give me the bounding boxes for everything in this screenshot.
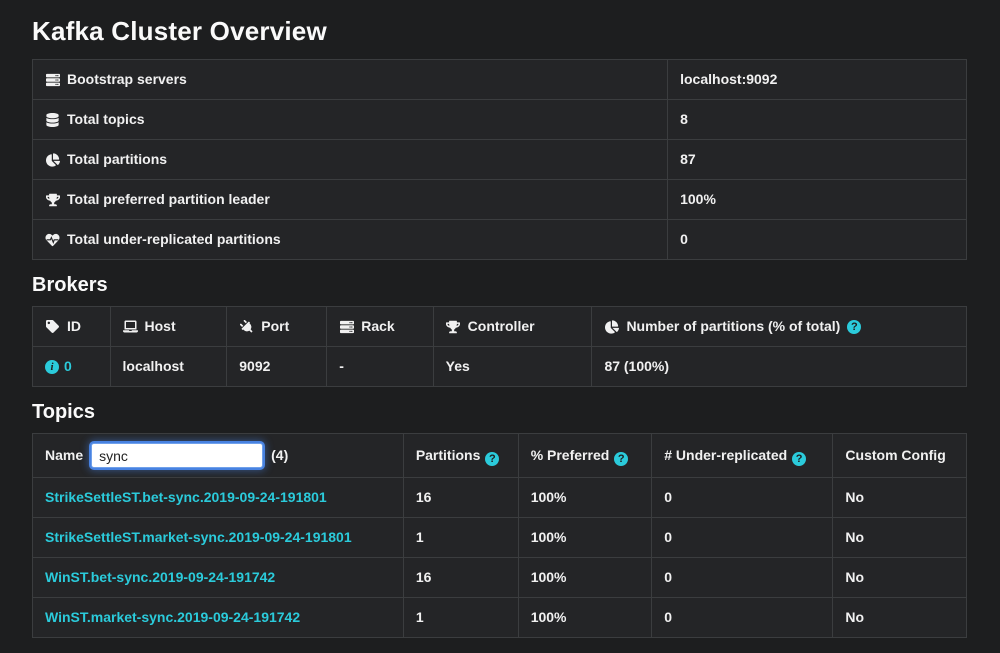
topic-link[interactable]: WinST.bet-sync.2019-09-24-191742 [45,569,275,585]
table-row: Total preferred partition leader 100% [33,180,967,220]
topic-custom-config-cell: No [833,518,967,558]
broker-controller-cell: Yes [433,347,592,387]
topic-under-replicated-cell: 0 [652,598,833,638]
table-header-row: ID Host Port Rack Controller Number of p… [33,307,967,347]
topic-name-cell: WinST.market-sync.2019-09-24-191742 [33,598,404,638]
topic-preferred-cell: 100% [518,558,652,598]
broker-host-cell: localhost [110,347,227,387]
topic-custom-config-cell: No [833,478,967,518]
pie-chart-icon [45,152,60,167]
broker-port-cell: 9092 [227,347,327,387]
topic-custom-config-cell: No [833,558,967,598]
name-filter-label: Name [45,446,83,465]
brokers-col-port: Port [227,307,327,347]
overview-label-cell: Total topics [33,100,668,140]
topics-table: Name (4) Partitions? % Preferred? # Unde… [32,433,967,638]
topic-under-replicated-cell: 0 [652,518,833,558]
brokers-table: ID Host Port Rack Controller Number of p… [32,306,967,387]
cluster-overview-table: Bootstrap servers localhost:9092 Total t… [32,59,967,260]
table-row: WinST.bet-sync.2019-09-24-191742 16 100%… [33,558,967,598]
help-icon[interactable]: ? [792,452,806,466]
brokers-col-rack: Rack [327,307,433,347]
overview-value-cell: 8 [668,100,967,140]
topic-name-cell: WinST.bet-sync.2019-09-24-191742 [33,558,404,598]
table-row: i0 localhost 9092 - Yes 87 (100%) [33,347,967,387]
overview-value-cell: localhost:9092 [668,60,967,100]
database-icon [45,112,60,127]
overview-value-cell: 0 [668,220,967,260]
topic-partitions-cell: 1 [403,518,518,558]
pie-chart-icon [604,319,619,334]
overview-label: Total under-replicated partitions [67,230,281,249]
overview-label: Total partitions [67,150,167,169]
overview-label-cell: Bootstrap servers [33,60,668,100]
broker-rack-cell: - [327,347,433,387]
topics-heading: Topics [32,400,967,424]
broker-id-cell: i0 [33,347,111,387]
topic-under-replicated-cell: 0 [652,478,833,518]
topic-partitions-cell: 16 [403,478,518,518]
broker-id-link[interactable]: 0 [64,357,72,376]
help-icon[interactable]: ? [847,320,861,334]
overview-label-cell: Total preferred partition leader [33,180,668,220]
overview-label-cell: Total partitions [33,140,668,180]
page-title: Kafka Cluster Overview [32,16,967,46]
topic-partitions-cell: 1 [403,598,518,638]
topic-name-cell: StrikeSettleST.bet-sync.2019-09-24-19180… [33,478,404,518]
table-row: Total partitions 87 [33,140,967,180]
overview-label-cell: Total under-replicated partitions [33,220,668,260]
overview-value-cell: 87 [668,140,967,180]
trophy-icon [446,319,461,334]
topic-link[interactable]: StrikeSettleST.bet-sync.2019-09-24-19180… [45,489,327,505]
overview-label: Total topics [67,110,145,129]
server-icon [45,72,60,87]
table-header-row: Name (4) Partitions? % Preferred? # Unde… [33,434,967,478]
topic-custom-config-cell: No [833,598,967,638]
topics-col-name: Name (4) [33,434,404,478]
topic-under-replicated-cell: 0 [652,558,833,598]
topics-col-partitions: Partitions? [403,434,518,478]
overview-label: Bootstrap servers [67,70,187,89]
tag-icon [45,319,60,334]
heartbeat-icon [45,232,60,247]
brokers-col-host: Host [110,307,227,347]
table-row: StrikeSettleST.bet-sync.2019-09-24-19180… [33,478,967,518]
help-icon[interactable]: ? [614,452,628,466]
trophy-icon [45,192,60,207]
brokers-col-partitions: Number of partitions (% of total)? [592,307,967,347]
table-row: WinST.market-sync.2019-09-24-191742 1 10… [33,598,967,638]
laptop-icon [123,319,138,334]
brokers-col-id: ID [33,307,111,347]
topic-preferred-cell: 100% [518,518,652,558]
topic-link[interactable]: WinST.market-sync.2019-09-24-191742 [45,609,300,625]
topic-link[interactable]: StrikeSettleST.market-sync.2019-09-24-19… [45,529,352,545]
topics-col-custom-config: Custom Config [833,434,967,478]
overview-label: Total preferred partition leader [67,190,270,209]
help-icon[interactable]: ? [485,452,499,466]
table-row: Total under-replicated partitions 0 [33,220,967,260]
topics-col-under-replicated: # Under-replicated? [652,434,833,478]
broker-partitions-cell: 87 (100%) [592,347,967,387]
page: Kafka Cluster Overview Bootstrap servers… [32,16,967,638]
table-row: Bootstrap servers localhost:9092 [33,60,967,100]
info-icon: i [45,360,59,374]
table-row: StrikeSettleST.market-sync.2019-09-24-19… [33,518,967,558]
brokers-col-controller: Controller [433,307,592,347]
topics-col-preferred: % Preferred? [518,434,652,478]
topic-filter-count: (4) [271,446,288,465]
topic-preferred-cell: 100% [518,598,652,638]
plug-icon [239,319,254,334]
table-row: Total topics 8 [33,100,967,140]
server-icon [339,319,354,334]
brokers-heading: Brokers [32,273,967,297]
topic-name-cell: StrikeSettleST.market-sync.2019-09-24-19… [33,518,404,558]
topic-partitions-cell: 16 [403,558,518,598]
topic-filter-input[interactable] [91,443,263,468]
overview-value-cell: 100% [668,180,967,220]
topic-preferred-cell: 100% [518,478,652,518]
